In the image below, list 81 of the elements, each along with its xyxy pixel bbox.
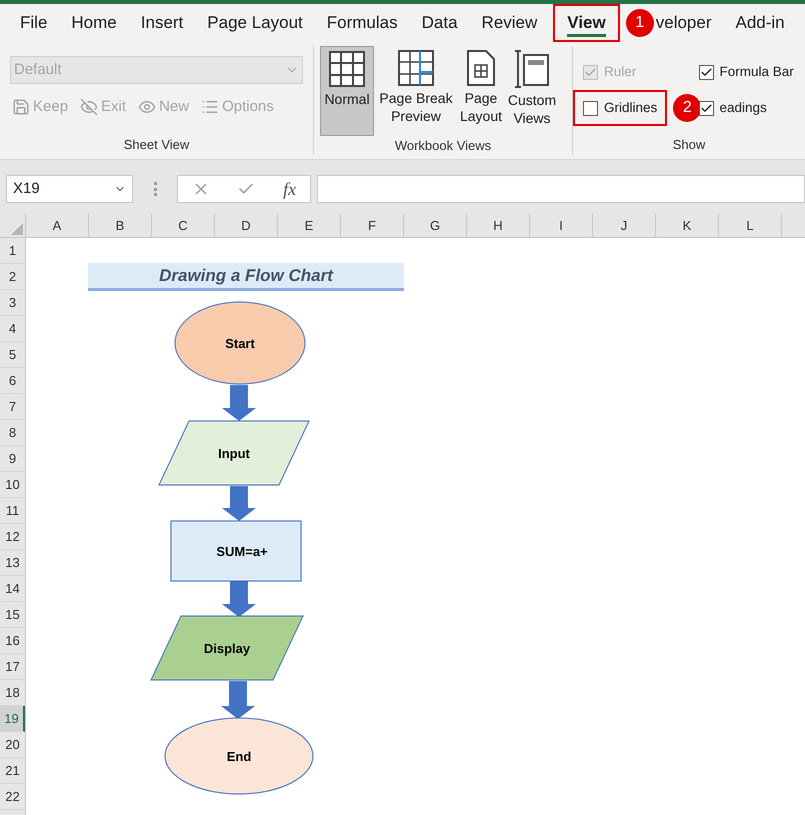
column-header[interactable]: B [89, 214, 152, 237]
custom-views-icon [514, 50, 550, 88]
ribbon-tab[interactable]: Page Layout [195, 6, 315, 40]
checkbox[interactable] [698, 64, 714, 80]
row-header[interactable]: 12 [0, 524, 25, 550]
group-label: Sheet View [122, 136, 190, 154]
checkbox-label: Ruler [604, 62, 636, 81]
row-header[interactable]: 2 [0, 264, 25, 290]
ribbon-tab[interactable]: Home [59, 6, 129, 40]
ribbon-tab[interactable]: Add-in [724, 6, 797, 40]
row-header[interactable]: 17 [0, 654, 25, 680]
row-header[interactable]: 4 [0, 316, 25, 342]
row-header[interactable]: 14 [0, 576, 25, 602]
formula-input[interactable] [317, 175, 805, 203]
column-header[interactable]: C [152, 214, 215, 237]
checkbox-label: Formula Bar [720, 62, 794, 81]
row-header[interactable]: 15 [0, 602, 25, 628]
eye-icon [80, 98, 98, 116]
ribbon-tab[interactable]: Insert [128, 6, 196, 40]
ribbon-tab[interactable]: Data [410, 6, 470, 40]
row-header[interactable]: 6 [0, 368, 25, 394]
view-button[interactable]: Page Layout [458, 46, 504, 136]
row-header[interactable]: 13 [0, 550, 25, 576]
row-header[interactable]: 19 [0, 706, 25, 732]
row-header[interactable]: 3 [0, 290, 25, 316]
row-header[interactable]: 22 [0, 784, 25, 810]
check-icon [584, 66, 597, 78]
view-button[interactable]: Page Break Preview [375, 46, 457, 136]
row-header[interactable]: 16 [0, 628, 25, 654]
row-header[interactable]: 1 [0, 238, 25, 264]
ribbon-tab[interactable]: View [555, 6, 618, 40]
save-icon [12, 98, 30, 116]
page-icon [467, 50, 495, 86]
down-arrow [222, 581, 256, 617]
terminal-node: End [164, 718, 314, 794]
row-header[interactable]: 9 [0, 446, 25, 472]
group-label: Show [672, 136, 706, 154]
down-arrow [221, 681, 255, 719]
row-header[interactable]: 10 [0, 472, 25, 498]
name-box[interactable]: X19 [6, 175, 133, 203]
view-button[interactable]: Custom Views [505, 46, 559, 136]
terminal-node: Start [174, 302, 306, 384]
checkbox-label: eadings [720, 98, 767, 117]
down-arrow [222, 486, 256, 521]
checkbox[interactable] [698, 100, 714, 116]
input-output-node: Display [150, 616, 304, 680]
ribbon-tab[interactable]: Review [470, 6, 550, 40]
row-header[interactable]: 21 [0, 758, 25, 784]
column-header[interactable]: H [467, 214, 530, 237]
grid-icon [329, 51, 365, 87]
check-icon [700, 102, 712, 114]
group-label: Workbook Views [394, 137, 492, 155]
row-header[interactable]: 5 [0, 342, 25, 368]
checkbox-label: Gridlines [604, 98, 658, 117]
step-badge: 2 [673, 94, 702, 122]
step-badge: 1 [626, 9, 654, 37]
down-arrow [222, 385, 256, 421]
insert-function-button[interactable]: fx [283, 176, 296, 202]
row-header[interactable]: 11 [0, 498, 25, 524]
column-header[interactable]: G [404, 214, 467, 237]
row-header[interactable]: 20 [0, 732, 25, 758]
row-header[interactable]: 7 [0, 394, 25, 420]
process-node: SUM=a+ [170, 520, 302, 582]
column-header[interactable]: K [656, 214, 719, 237]
ribbon-tab[interactable]: File [8, 6, 60, 40]
column-header[interactable]: A [26, 214, 89, 237]
check-icon [700, 66, 712, 78]
column-header[interactable]: F [341, 214, 404, 237]
grip-icon [153, 182, 157, 196]
page-break-icon [398, 50, 434, 86]
checkbox[interactable] [583, 100, 598, 116]
view-button[interactable]: Normal [320, 46, 374, 136]
row-header[interactable]: 8 [0, 420, 25, 446]
column-header[interactable]: E [278, 214, 341, 237]
column-header[interactable]: J [593, 214, 656, 237]
column-header[interactable]: L [719, 214, 782, 237]
column-header[interactable]: D [215, 214, 278, 237]
input-output-node: Input [158, 420, 310, 486]
ribbon-tab[interactable]: Formulas [314, 6, 410, 40]
column-header[interactable]: I [530, 214, 593, 237]
chart-title: Drawing a Flow Chart [88, 263, 404, 291]
